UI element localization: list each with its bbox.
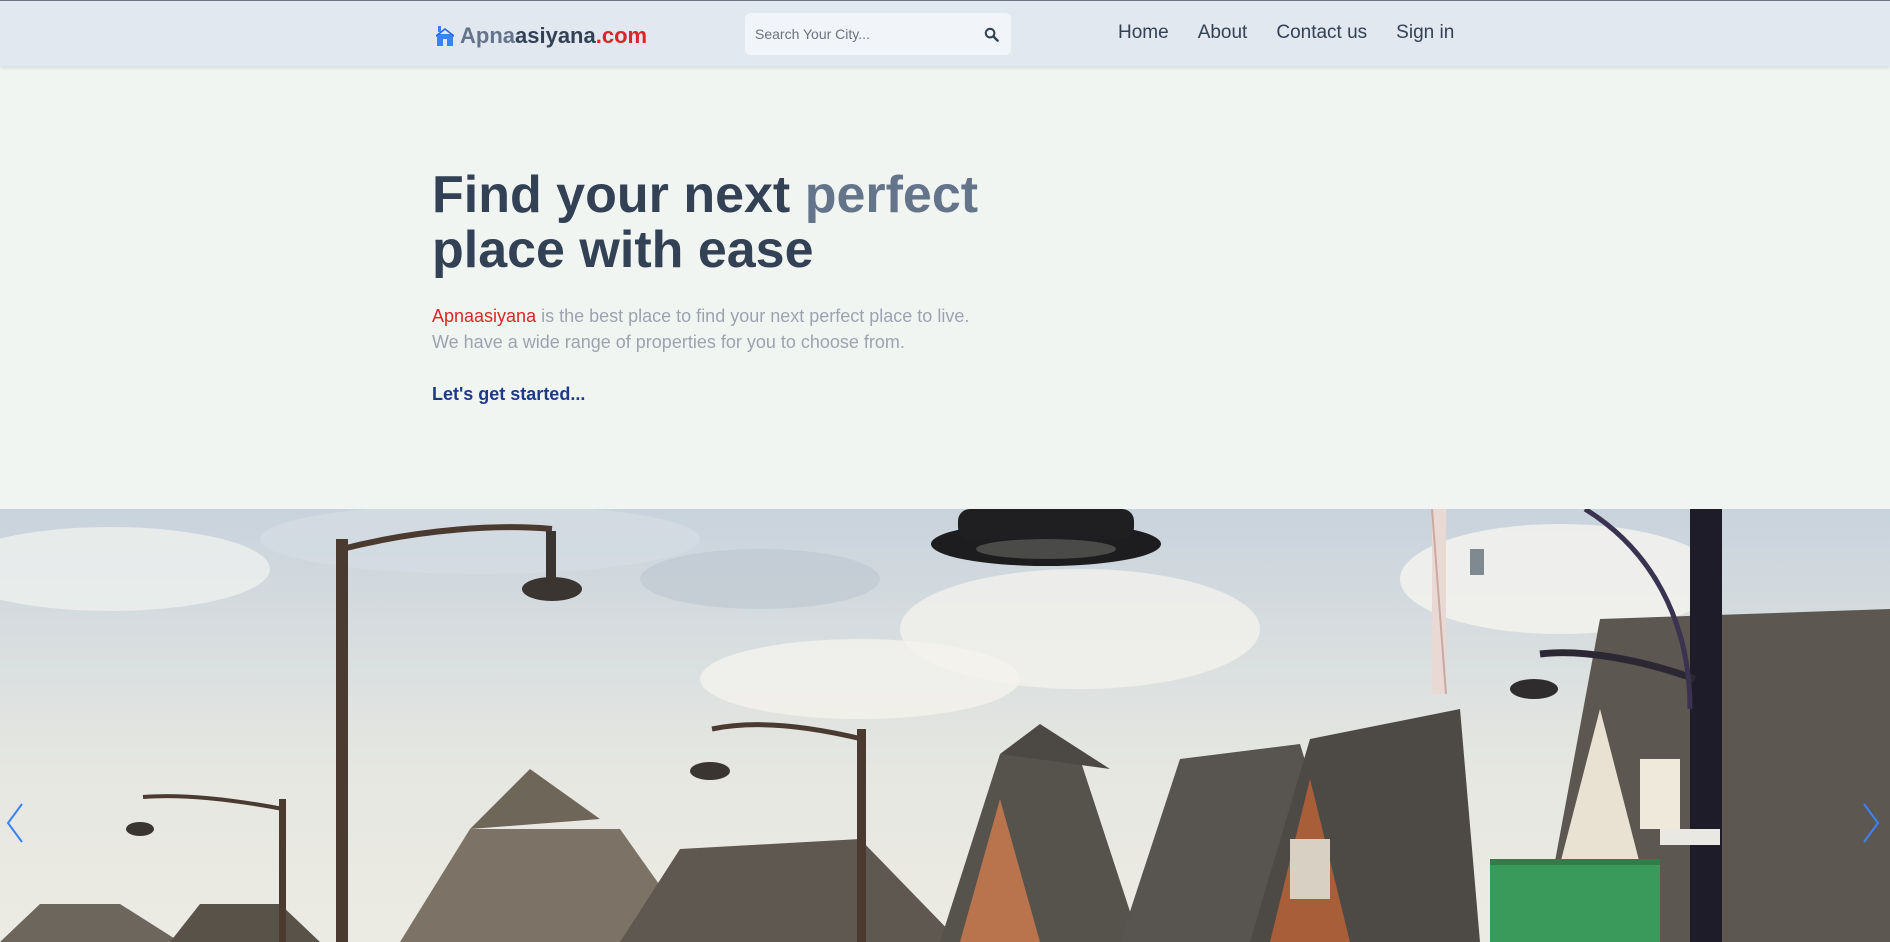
hero-title-accent: perfect bbox=[804, 166, 979, 224]
image-slider bbox=[0, 509, 1890, 942]
hero-title-part1: Find your next bbox=[432, 166, 805, 224]
logo-text: Apnaasiyana.com bbox=[460, 23, 647, 49]
hero-desc-line2: We have a wide range of properties for y… bbox=[432, 332, 905, 352]
site-logo[interactable]: Apnaasiyana.com bbox=[436, 21, 647, 51]
nav-contact-link[interactable]: Contact us bbox=[1276, 22, 1367, 48]
hero-title: Find your next perfect place with ease bbox=[432, 168, 1072, 278]
search-icon bbox=[984, 27, 999, 42]
chevron-left-icon bbox=[6, 803, 23, 843]
nav-about-link[interactable]: About bbox=[1198, 22, 1248, 48]
slider-prev-button[interactable] bbox=[0, 801, 30, 845]
logo-text-com: .com bbox=[595, 23, 648, 48]
slider-next-button[interactable] bbox=[1856, 801, 1886, 845]
hero-brand-name: Apnaasiyana bbox=[432, 306, 537, 326]
hero-description: Apnaasiyana is the best place to find yo… bbox=[432, 303, 1052, 355]
main-nav: Home About Contact us Sign in bbox=[1118, 22, 1454, 48]
nav-signin-link[interactable]: Sign in bbox=[1396, 22, 1454, 48]
nav-home-link[interactable]: Home bbox=[1118, 22, 1169, 48]
search-form bbox=[745, 13, 1011, 55]
search-button[interactable] bbox=[981, 24, 1001, 44]
site-header: Apnaasiyana.com Home About Contact us Si… bbox=[0, 0, 1890, 66]
hero-title-part2: place with ease bbox=[432, 221, 814, 279]
chevron-right-icon bbox=[1863, 803, 1880, 843]
logo-text-apna: Apna bbox=[460, 23, 515, 48]
slide-image bbox=[0, 509, 1890, 942]
search-input[interactable] bbox=[755, 26, 981, 42]
hero-desc-line1: is the best place to find your next perf… bbox=[536, 306, 970, 326]
get-started-link[interactable]: Let's get started... bbox=[432, 384, 585, 405]
home-icon bbox=[436, 26, 454, 46]
logo-text-asiyana: asiyana bbox=[515, 23, 596, 48]
